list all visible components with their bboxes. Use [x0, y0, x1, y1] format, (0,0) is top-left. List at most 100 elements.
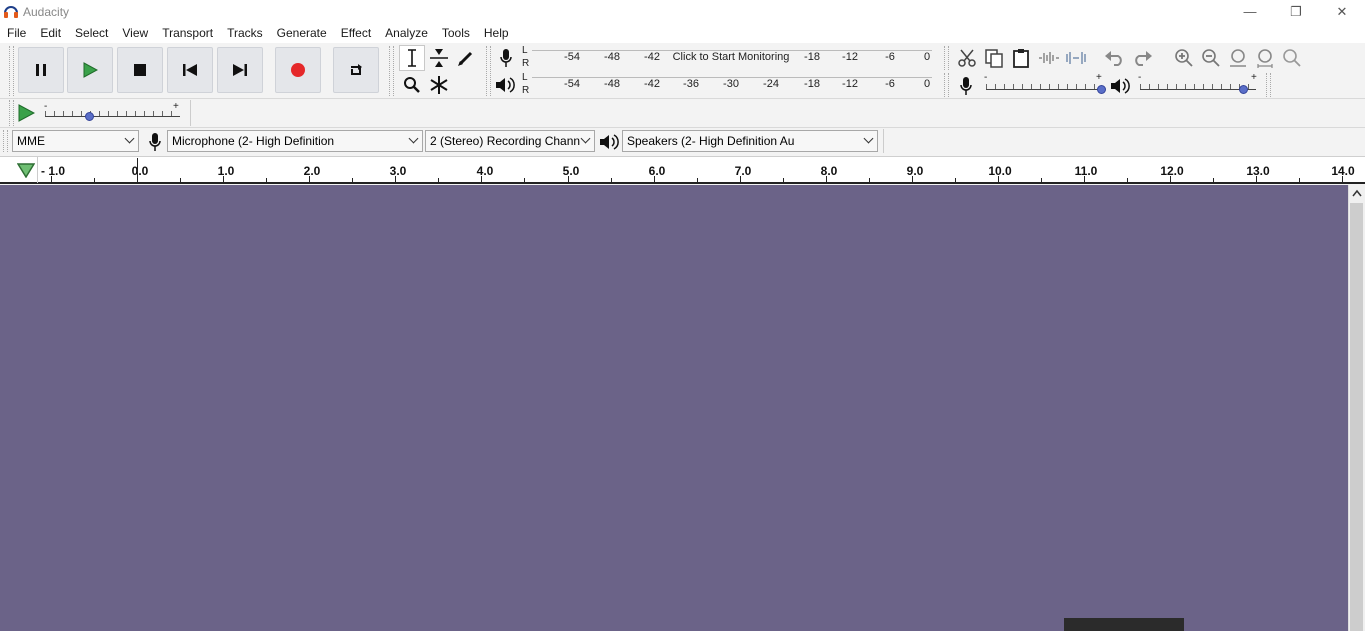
menu-file[interactable]: File — [2, 26, 31, 40]
play-meter-tick: -36 — [683, 78, 699, 90]
playback-device-select[interactable]: Speakers (2- High Definition Au — [622, 130, 878, 152]
stop-button[interactable] — [117, 47, 163, 93]
scrollbar-thumb[interactable] — [1350, 203, 1363, 631]
track-panel[interactable] — [0, 185, 1348, 631]
ruler-label: 5.0 — [562, 164, 580, 178]
menu-transport[interactable]: Transport — [157, 26, 218, 40]
playback-volume-minus: - — [1138, 72, 1142, 83]
chevron-down-icon — [580, 133, 591, 144]
record-button[interactable] — [275, 47, 321, 93]
recording-volume-icon-button — [953, 73, 979, 99]
menu-analyze[interactable]: Analyze — [380, 26, 433, 40]
chevron-down-icon — [863, 133, 874, 144]
zero-marker — [137, 158, 138, 182]
timeline-ruler[interactable]: - 1.0 0.0 1.0 2.0 3.0 4.0 5.0 6.0 7.0 8.… — [0, 156, 1365, 184]
draw-tool[interactable] — [453, 45, 479, 71]
play-meter-tick: -42 — [644, 78, 660, 90]
transport-toolbar-grip[interactable] — [9, 46, 14, 96]
menu-effect[interactable]: Effect — [336, 26, 376, 40]
menu-view[interactable]: View — [117, 26, 153, 40]
meter-toolbar-grip[interactable] — [486, 46, 491, 96]
audio-host-select[interactable]: MME — [12, 130, 139, 152]
menu-select[interactable]: Select — [70, 26, 113, 40]
undo-icon — [1105, 51, 1122, 66]
play-meter-left-label: L — [522, 72, 528, 83]
menu-tools[interactable]: Tools — [437, 26, 475, 40]
play-icon — [83, 62, 98, 78]
edit-toolbar-grip[interactable] — [944, 46, 949, 70]
record-meter-right-label: R — [522, 58, 530, 69]
i-beam-icon — [408, 49, 416, 67]
ruler-tick — [180, 178, 181, 182]
playback-device-value: Speakers (2- High Definition Au — [627, 134, 795, 148]
recording-device-select[interactable]: Microphone (2- High Definition — [167, 130, 423, 152]
minimize-button[interactable]: — — [1227, 0, 1273, 23]
copy-icon — [985, 49, 1003, 68]
menu-generate[interactable]: Generate — [272, 26, 332, 40]
play-meter-tick: 0 — [923, 78, 931, 90]
tools-toolbar-grip[interactable] — [389, 46, 394, 96]
record-meter-tick: -6 — [885, 51, 895, 63]
record-meter-tick: -54 — [564, 51, 580, 63]
multi-tool[interactable] — [426, 72, 452, 98]
pencil-icon — [458, 51, 473, 66]
zoom-in-button[interactable] — [1171, 45, 1197, 71]
ruler-label: 2.0 — [303, 164, 321, 178]
zoom-out-button[interactable] — [1198, 45, 1224, 71]
play-meter-tick: -18 — [804, 78, 820, 90]
undo-button[interactable] — [1102, 45, 1128, 71]
maximize-button[interactable]: ❐ — [1273, 0, 1319, 23]
envelope-tool[interactable] — [426, 45, 452, 71]
skip-to-start-button[interactable] — [167, 47, 213, 93]
timeline-options-icon[interactable] — [17, 162, 35, 178]
pause-button[interactable] — [18, 47, 64, 93]
recording-volume-slider[interactable] — [986, 89, 1102, 90]
monitor-prompt[interactable]: Click to Start Monitoring — [673, 51, 790, 63]
fit-selection-button[interactable] — [1225, 45, 1251, 71]
play-meter-tick: -6 — [885, 78, 895, 90]
playback-volume-plus: + — [1251, 72, 1257, 83]
skip-to-end-button[interactable] — [217, 47, 263, 93]
close-button[interactable]: ✕ — [1319, 0, 1365, 23]
selection-tool[interactable] — [399, 45, 425, 71]
ruler-label: 14.0 — [1331, 164, 1355, 178]
play-speed-slider[interactable] — [45, 116, 180, 117]
recording-volume-knob[interactable] — [1097, 85, 1106, 94]
zoom-toggle-button[interactable] — [1279, 45, 1305, 71]
record-meter-scale[interactable]: -54 -48 -42 Click to Start Monitoring -1… — [532, 51, 932, 65]
menu-tracks[interactable]: Tracks — [222, 26, 268, 40]
record-meter-tick: -12 — [842, 51, 858, 63]
trim-audio-button[interactable] — [1036, 45, 1062, 71]
mixer-toolbar-grip[interactable] — [944, 73, 949, 97]
ruler-tick — [869, 178, 870, 182]
window-title: Audacity — [23, 5, 70, 19]
asterisk-icon — [430, 76, 448, 94]
recording-channels-select[interactable]: 2 (Stereo) Recording Chann — [425, 130, 595, 152]
menu-edit[interactable]: Edit — [35, 26, 66, 40]
redo-button[interactable] — [1129, 45, 1155, 71]
play-meter-tick: -54 — [564, 78, 580, 90]
scroll-up-icon[interactable] — [1352, 189, 1362, 197]
fit-project-icon — [1257, 49, 1273, 68]
paste-button[interactable] — [1008, 45, 1034, 71]
record-meter-button[interactable] — [493, 45, 519, 71]
play-meter-scale[interactable]: -54 -48 -42 -36 -30 -24 -18 -12 -6 0 — [532, 78, 932, 92]
play-button[interactable] — [67, 47, 113, 93]
silence-audio-button[interactable] — [1063, 45, 1089, 71]
play-speed-knob[interactable] — [84, 112, 94, 121]
cut-button[interactable] — [954, 45, 980, 71]
fit-project-button[interactable] — [1252, 45, 1278, 71]
device-toolbar-grip[interactable] — [3, 130, 8, 152]
play-meter-tick: -12 — [842, 78, 858, 90]
playback-meter-button[interactable] — [492, 72, 518, 98]
menu-bar: File Edit Select View Transport Tracks G… — [0, 23, 1365, 43]
loop-button[interactable] — [333, 47, 379, 93]
pause-icon — [36, 64, 46, 76]
ruler-label: 7.0 — [734, 164, 752, 178]
playback-volume-knob[interactable] — [1239, 85, 1249, 94]
play-at-speed-button[interactable] — [13, 100, 39, 126]
copy-button[interactable] — [981, 45, 1007, 71]
menu-help[interactable]: Help — [479, 26, 514, 40]
zoom-tool[interactable] — [399, 72, 425, 98]
ruler-tick — [1299, 178, 1300, 182]
